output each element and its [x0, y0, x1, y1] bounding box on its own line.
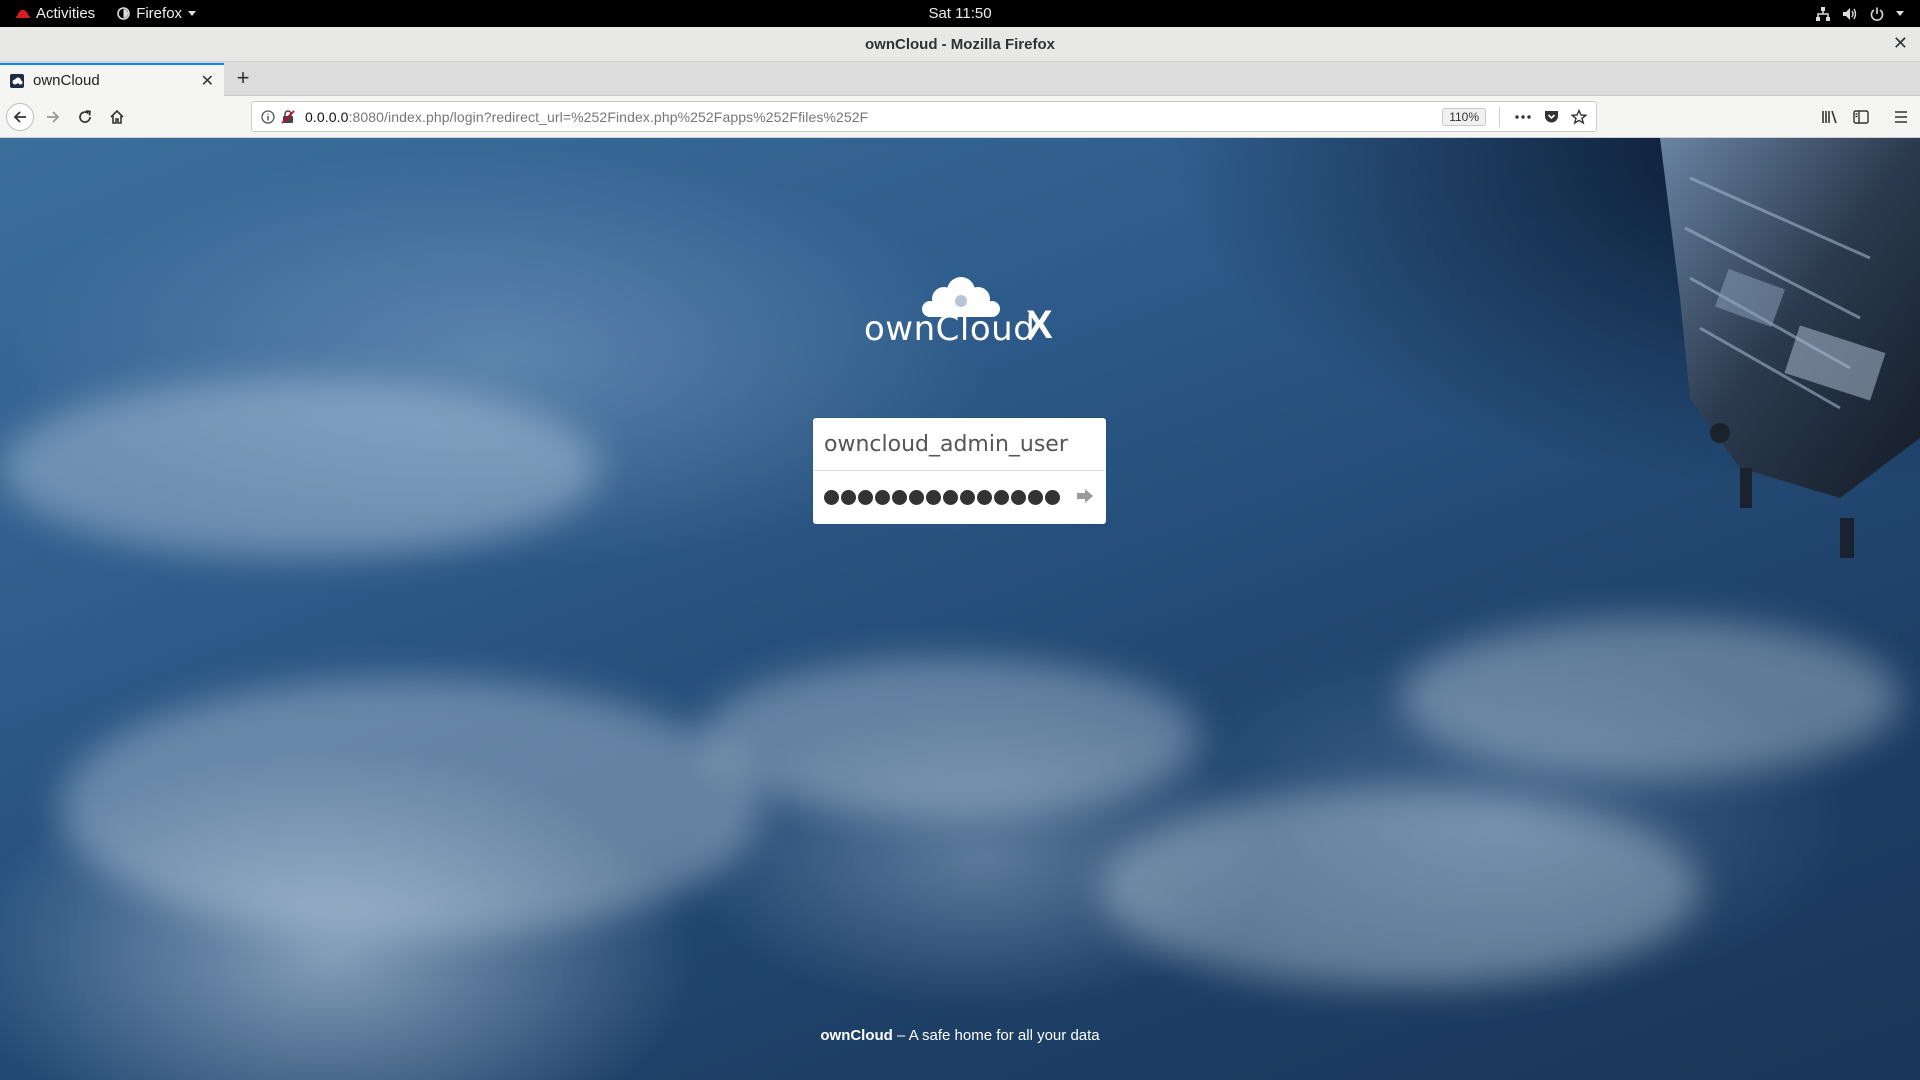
- info-icon[interactable]: [261, 109, 275, 124]
- pocket-button[interactable]: [1540, 106, 1562, 128]
- owncloud-logo: ownCloud X: [860, 273, 1060, 353]
- window-close-button[interactable]: ✕: [1893, 33, 1908, 54]
- tab-strip: ownCloud ✕ +: [0, 62, 1920, 96]
- window-titlebar: ownCloud - Mozilla Firefox ✕: [0, 27, 1920, 62]
- arrow-left-icon: [13, 111, 26, 123]
- username-field[interactable]: owncloud_admin_user: [813, 418, 1106, 471]
- sidebar-icon: [1853, 110, 1869, 124]
- hamburger-menu-button[interactable]: [1888, 104, 1914, 130]
- footer-tagline: – A safe home for all your data: [892, 1027, 1100, 1044]
- password-mask-dot: [841, 489, 856, 505]
- activities-button[interactable]: Activities: [16, 5, 95, 22]
- power-icon: [1870, 7, 1884, 21]
- app-menu-firefox[interactable]: Firefox: [117, 5, 197, 22]
- background-cloud: [1100, 788, 1700, 988]
- background-cloud: [1400, 618, 1900, 778]
- system-tray[interactable]: [1816, 0, 1904, 27]
- tray-chevron-down-icon: [1896, 11, 1904, 16]
- reload-icon: [79, 110, 91, 123]
- password-mask-dot: [1028, 489, 1043, 505]
- logo-x-mark: X: [1026, 303, 1053, 347]
- page-footer: ownCloud – A safe home for all your data: [0, 1027, 1920, 1044]
- navigation-toolbar: 0.0.0.0:8080/index.php/login?redirect_ur…: [0, 96, 1920, 138]
- tab-owncloud[interactable]: ownCloud ✕: [0, 63, 224, 96]
- login-page: ownCloud X owncloud_admin_user ownCloud …: [0, 138, 1920, 1080]
- password-mask-dot: [892, 489, 907, 505]
- tab-title: ownCloud: [33, 72, 100, 89]
- fedora-hat-icon: [16, 9, 30, 18]
- background-cloud: [60, 678, 760, 938]
- satellite-image: [1660, 138, 1920, 558]
- insecure-lock-icon[interactable]: [281, 109, 295, 124]
- firefox-small-icon: [117, 7, 130, 20]
- background-cloud: [700, 658, 1200, 818]
- logo-wordmark: ownCloud: [864, 309, 1036, 349]
- password-field[interactable]: [824, 484, 1060, 510]
- app-menu-label: Firefox: [136, 5, 183, 22]
- password-mask-dot: [824, 489, 839, 505]
- password-mask-dot: [926, 489, 941, 505]
- new-tab-button[interactable]: +: [231, 65, 255, 91]
- password-mask-dot: [960, 489, 975, 505]
- window-title: ownCloud - Mozilla Firefox: [865, 35, 1055, 53]
- password-mask-dot: [994, 489, 1009, 505]
- system-top-bar: Activities Firefox Sat 11:50: [0, 0, 1920, 27]
- password-mask-dot: [1011, 489, 1026, 505]
- network-icon: [1816, 6, 1830, 21]
- back-button[interactable]: [6, 103, 34, 131]
- login-form: owncloud_admin_user: [813, 418, 1106, 524]
- password-mask-dot: [858, 489, 873, 505]
- volume-icon: [1843, 7, 1857, 20]
- password-mask-dot: [1045, 489, 1060, 505]
- password-mask-dot: [875, 489, 890, 505]
- url-text[interactable]: 0.0.0.0:8080/index.php/login?redirect_ur…: [305, 109, 868, 125]
- url-host: 0.0.0.0: [305, 108, 349, 125]
- password-mask-dot: [909, 489, 924, 505]
- activities-label: Activities: [36, 5, 96, 22]
- hamburger-icon: [1895, 111, 1907, 123]
- home-icon: [110, 109, 124, 124]
- reload-button[interactable]: [72, 104, 98, 130]
- pocket-icon: [1544, 111, 1558, 123]
- owncloud-favicon-icon: [10, 73, 24, 88]
- url-bar[interactable]: 0.0.0.0:8080/index.php/login?redirect_ur…: [251, 101, 1597, 132]
- footer-brand[interactable]: ownCloud: [820, 1027, 892, 1044]
- star-icon: [1571, 109, 1587, 125]
- bookmark-star-button[interactable]: [1568, 106, 1590, 128]
- tab-close-icon[interactable]: ✕: [201, 71, 214, 91]
- more-horizontal-icon: [1515, 115, 1531, 119]
- submit-arrow-icon[interactable]: [1076, 488, 1094, 504]
- url-path: :8080/index.php/login?redirect_url=%252F…: [348, 108, 869, 125]
- forward-button[interactable]: [40, 104, 66, 130]
- zoom-level-badge[interactable]: 110%: [1442, 108, 1486, 126]
- page-actions-button[interactable]: [1512, 106, 1534, 128]
- url-bar-separator: [1499, 107, 1500, 127]
- password-mask-dot: [977, 489, 992, 505]
- home-button[interactable]: [104, 104, 130, 130]
- background-cloud: [0, 378, 600, 558]
- clock[interactable]: Sat 11:50: [0, 5, 1920, 22]
- chevron-down-icon: [188, 11, 197, 16]
- library-icon: [1822, 110, 1837, 124]
- arrow-right-icon: [47, 111, 60, 123]
- library-button[interactable]: [1817, 104, 1843, 130]
- sidebar-button[interactable]: [1848, 104, 1874, 130]
- password-mask-dot: [943, 489, 958, 505]
